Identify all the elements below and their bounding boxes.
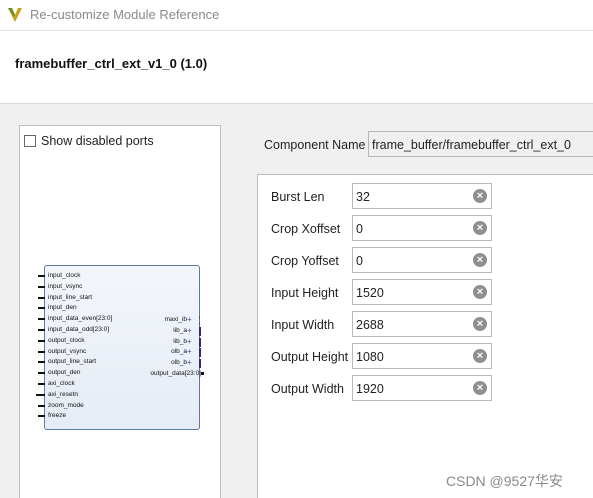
param-value: 0 xyxy=(356,222,363,236)
left-port-label: axi_resetn xyxy=(48,390,78,398)
param-value: 1080 xyxy=(356,350,384,364)
left-port-label: input_data_even[23:0] xyxy=(48,315,113,323)
expand-interface-icon[interactable]: + xyxy=(187,358,192,368)
clear-icon[interactable]: × xyxy=(473,349,487,363)
clear-icon[interactable]: × xyxy=(473,381,487,395)
expand-interface-icon[interactable]: + xyxy=(187,326,192,336)
left-port-label: output_line_start xyxy=(48,358,97,366)
param-input[interactable]: 1080 × xyxy=(352,343,492,369)
show-disabled-ports-label: Show disabled ports xyxy=(41,134,154,148)
param-label: Burst Len xyxy=(271,190,325,204)
module-title: framebuffer_ctrl_ext_v1_0 (1.0) xyxy=(15,56,208,71)
parameters-panel: Burst Len 32 × Crop Xoffset 0 × Crop Yoffset 0 ×… xyxy=(257,174,593,498)
right-port-label: olb_b xyxy=(171,359,187,367)
title-bar: Re-customize Module Reference xyxy=(0,0,593,31)
port-pin xyxy=(38,296,45,299)
left-port-label: input_vsync xyxy=(48,282,83,290)
interface-connector xyxy=(199,337,201,347)
port-pin xyxy=(36,393,45,396)
left-port-label: input_den xyxy=(48,304,77,312)
param-input[interactable]: 0 × xyxy=(352,215,492,241)
clear-icon[interactable]: × xyxy=(473,189,487,203)
vivado-logo-icon xyxy=(8,8,22,22)
right-port-label: maxi_ib xyxy=(164,316,187,323)
param-input[interactable]: 1920 × xyxy=(352,375,492,401)
param-label: Output Height xyxy=(271,350,349,364)
clear-icon[interactable]: × xyxy=(473,253,487,267)
port-pin xyxy=(38,329,45,331)
port-pin xyxy=(38,404,45,407)
header-band: framebuffer_ctrl_ext_v1_0 (1.0) xyxy=(0,31,593,104)
port-pin xyxy=(201,372,204,375)
left-port-label: zoom_mode xyxy=(48,401,84,409)
left-port-label: output_vsync xyxy=(48,347,87,355)
right-port-label: output_data[23:0] xyxy=(150,370,201,377)
port-pin xyxy=(38,307,45,310)
param-value: 1920 xyxy=(356,382,384,396)
port-pin xyxy=(38,318,45,321)
param-input[interactable]: 2688 × xyxy=(352,311,492,337)
interface-connector xyxy=(199,359,201,369)
port-pin xyxy=(38,339,45,342)
clear-icon[interactable]: × xyxy=(473,285,487,299)
component-name-field[interactable]: frame_buffer/framebuffer_ctrl_ext_0 xyxy=(368,131,593,157)
port-pin xyxy=(38,415,45,418)
expand-interface-icon[interactable]: + xyxy=(187,337,192,347)
right-port-label: lib_b xyxy=(173,337,187,345)
right-port-label: olb_a xyxy=(171,348,187,356)
show-disabled-ports-toggle[interactable]: Show disabled ports xyxy=(24,133,154,149)
param-input[interactable]: 0 × xyxy=(352,247,492,273)
component-name-label: Component Name xyxy=(264,138,366,152)
param-label: Input Height xyxy=(271,286,339,300)
port-pin xyxy=(38,361,45,364)
interface-connector xyxy=(199,348,201,358)
ip-block-symbol: input_clock input_vsync input_line_startin… xyxy=(36,265,204,430)
port-pin xyxy=(38,383,45,385)
param-value: 2688 xyxy=(356,318,384,332)
clear-icon[interactable]: × xyxy=(473,221,487,235)
left-port-label: freeze xyxy=(48,412,67,420)
expand-interface-icon[interactable]: + xyxy=(187,347,192,357)
expand-interface-icon[interactable]: + xyxy=(187,315,192,325)
param-input[interactable]: 1520 × xyxy=(352,279,492,305)
interface-connector xyxy=(199,326,201,336)
param-value: 32 xyxy=(356,190,370,204)
left-port-label: axi_clock xyxy=(48,380,75,387)
port-pin xyxy=(38,285,45,288)
left-port-label: output_clock xyxy=(48,336,85,344)
window-title: Re-customize Module Reference xyxy=(30,7,220,22)
port-pin xyxy=(38,350,45,353)
left-port-label: output_den xyxy=(48,369,81,377)
watermark: CSDN @9527华安 xyxy=(446,473,563,489)
left-port-label: input_data_odd[23:0] xyxy=(48,326,110,333)
port-pin xyxy=(38,372,45,375)
left-port-label: input_clock xyxy=(48,272,81,279)
param-label: Output Width xyxy=(271,382,344,396)
param-label: Crop Xoffset xyxy=(271,222,341,236)
param-value: 1520 xyxy=(356,286,384,300)
port-pin xyxy=(38,275,45,277)
param-input[interactable]: 32 × xyxy=(352,183,492,209)
symbol-panel: Show disabled ports input_clock input_vsy… xyxy=(19,125,221,498)
clear-icon[interactable]: × xyxy=(473,317,487,331)
param-value: 0 xyxy=(356,254,363,268)
param-label: Crop Yoffset xyxy=(271,254,339,268)
left-port-label: input_line_start xyxy=(48,293,93,301)
interface-connector xyxy=(199,316,200,325)
param-label: Input Width xyxy=(271,318,335,332)
right-port-label: lib_a xyxy=(173,326,187,334)
show-disabled-ports-checkbox[interactable] xyxy=(24,135,36,147)
